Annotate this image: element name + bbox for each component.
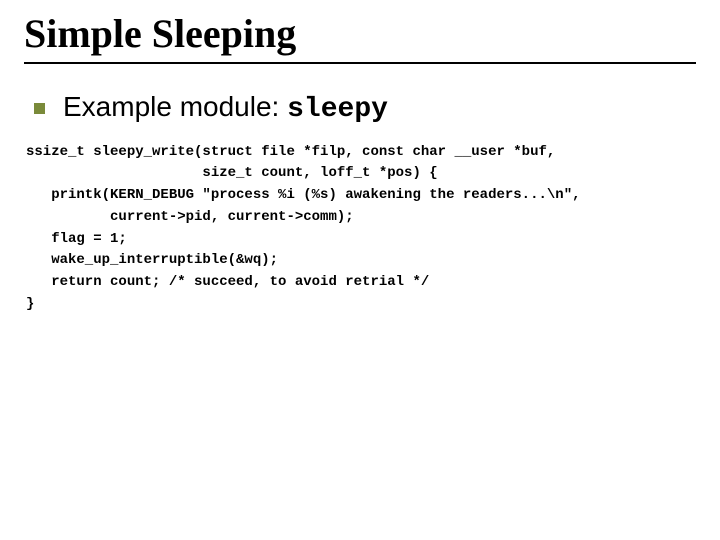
code-block: ssize_t sleepy_write(struct file *filp, …	[26, 142, 696, 316]
square-bullet-icon	[34, 103, 45, 114]
slide-title: Simple Sleeping	[24, 12, 696, 56]
bullet-mono: sleepy	[287, 94, 388, 125]
title-rule	[24, 62, 696, 64]
slide: Simple Sleeping Example module: sleepy s…	[0, 0, 720, 540]
bullet-prefix: Example module:	[63, 91, 287, 122]
bullet-text: Example module: sleepy	[63, 92, 388, 126]
bullet-item: Example module: sleepy	[34, 92, 696, 126]
